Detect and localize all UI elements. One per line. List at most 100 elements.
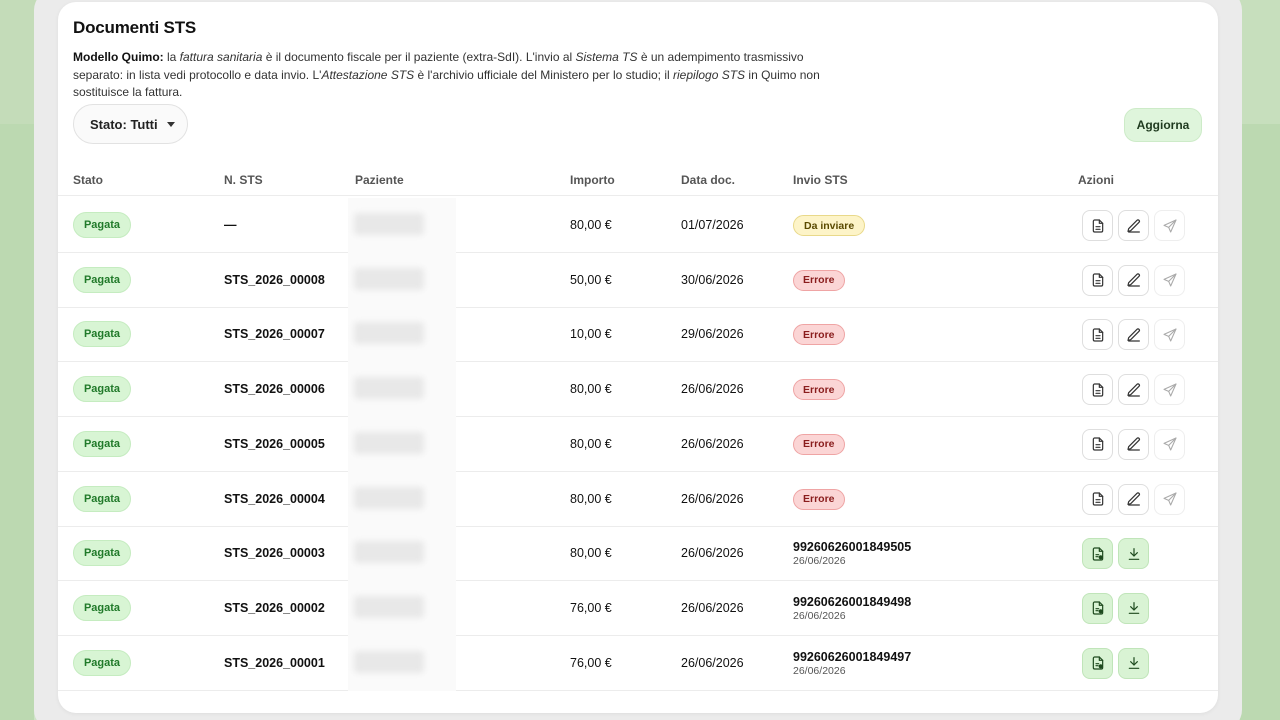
- amount: 80,00 €: [570, 436, 612, 451]
- document-date: 26/06/2026: [681, 382, 744, 397]
- pencil-icon: [1126, 218, 1142, 234]
- edit-button[interactable]: [1118, 264, 1149, 296]
- sts-number: STS_2026_00007: [224, 327, 325, 342]
- sts-number: STS_2026_00001: [224, 655, 325, 670]
- document-date: 29/06/2026: [681, 327, 744, 342]
- amount: 80,00 €: [570, 546, 612, 561]
- attestation-button[interactable]: [1082, 647, 1113, 679]
- send-sts-button[interactable]: [1154, 319, 1185, 351]
- download-icon: [1126, 546, 1142, 562]
- document-icon: [1090, 491, 1106, 507]
- send-icon: [1162, 436, 1178, 452]
- blurred-patient-name: [354, 486, 424, 509]
- blurred-patient-name: [354, 431, 424, 454]
- document-icon: [1090, 272, 1106, 288]
- status-badge: Pagata: [73, 321, 131, 348]
- amount: 80,00 €: [570, 218, 612, 232]
- download-button[interactable]: [1118, 538, 1149, 570]
- pencil-icon: [1126, 327, 1142, 343]
- send-icon: [1162, 327, 1178, 343]
- description-term: Sistema TS: [575, 50, 638, 64]
- view-invoice-button[interactable]: [1082, 374, 1113, 406]
- download-button[interactable]: [1118, 592, 1149, 624]
- send-sts-button[interactable]: [1154, 428, 1185, 460]
- attestation-icon: [1090, 600, 1106, 616]
- patient-name-redacted: [348, 307, 456, 363]
- table-row: Pagata STS_2026_00001 76,00 €26/06/2026 992…: [58, 635, 1218, 691]
- attestation-icon: [1090, 655, 1106, 671]
- document-date: 26/06/2026: [681, 436, 744, 451]
- pencil-icon: [1126, 382, 1142, 398]
- column-header-importo: Importo: [570, 173, 615, 187]
- status-badge: Pagata: [73, 266, 131, 293]
- send-icon: [1162, 491, 1178, 507]
- description-text: è l'archivio ufficiale del Ministero per…: [414, 67, 674, 82]
- amount: 76,00 €: [570, 655, 612, 670]
- document-icon: [1090, 327, 1106, 343]
- column-header-stato: Stato: [73, 173, 103, 187]
- patient-name-redacted: [348, 526, 456, 582]
- amount: 80,00 €: [570, 491, 612, 506]
- status-badge: Pagata: [73, 594, 131, 621]
- status-badge: Pagata: [73, 540, 131, 567]
- blurred-patient-name: [354, 595, 424, 618]
- status-filter-label: Stato: Tutti: [90, 116, 158, 132]
- amount: 50,00 €: [570, 272, 612, 287]
- send-icon: [1162, 272, 1178, 288]
- error-badge: Errore: [793, 488, 845, 510]
- view-invoice-button[interactable]: [1082, 210, 1113, 241]
- sts-number: —: [224, 218, 237, 232]
- edit-button[interactable]: [1118, 483, 1149, 515]
- send-sts-button[interactable]: [1154, 264, 1185, 296]
- blurred-patient-name: [354, 213, 424, 235]
- table-row: Pagata — 80,00 € 01/07/2026 Da inviare: [58, 198, 1218, 253]
- description-lead: Modello Quimo:: [73, 50, 164, 64]
- sts-number: STS_2026_00005: [224, 436, 325, 451]
- description-term: fattura sanitaria: [179, 50, 263, 64]
- status-badge: Pagata: [73, 430, 131, 457]
- view-invoice-button[interactable]: [1082, 264, 1113, 296]
- send-sts-button[interactable]: [1154, 210, 1185, 241]
- sts-send-date: 26/06/2026: [793, 664, 846, 677]
- view-invoice-button[interactable]: [1082, 319, 1113, 351]
- description-term: riepilogo STS: [673, 67, 746, 82]
- column-header-paziente: Paziente: [355, 173, 404, 187]
- patient-name-redacted: [348, 471, 456, 527]
- attestation-button[interactable]: [1082, 538, 1113, 570]
- refresh-button[interactable]: Aggiorna: [1124, 108, 1202, 142]
- edit-button[interactable]: [1118, 319, 1149, 351]
- document-date: 26/06/2026: [681, 546, 744, 561]
- status-badge: Pagata: [73, 649, 131, 676]
- patient-name-redacted: [348, 252, 456, 308]
- download-button[interactable]: [1118, 647, 1149, 679]
- blurred-patient-name: [354, 267, 424, 290]
- description-term: Attestazione STS: [321, 67, 415, 82]
- edit-button[interactable]: [1118, 374, 1149, 406]
- table-row: Pagata STS_2026_00002 76,00 €26/06/2026 992…: [58, 580, 1218, 636]
- patient-name-redacted: [348, 580, 456, 636]
- send-sts-button[interactable]: [1154, 374, 1185, 406]
- view-invoice-button[interactable]: [1082, 428, 1113, 460]
- document-date: 26/06/2026: [681, 655, 744, 670]
- description-text: è il documento fiscale per il paziente (…: [262, 50, 576, 64]
- edit-button[interactable]: [1118, 210, 1149, 241]
- document-icon: [1090, 436, 1106, 452]
- send-sts-button[interactable]: [1154, 483, 1185, 515]
- caret-down-icon: [166, 121, 175, 127]
- view-invoice-button[interactable]: [1082, 483, 1113, 515]
- sts-number: STS_2026_00006: [224, 382, 325, 397]
- patient-name-redacted: [348, 416, 456, 472]
- send-icon: [1162, 382, 1178, 398]
- error-badge: Errore: [793, 433, 845, 455]
- status-filter-dropdown[interactable]: Stato: Tutti: [73, 104, 188, 144]
- attestation-button[interactable]: [1082, 592, 1113, 624]
- table-row: Pagata STS_2026_00004 80,00 € 26/06/2026 Err…: [58, 471, 1218, 527]
- background-top-right: [1240, 0, 1280, 124]
- description-text: la: [163, 50, 180, 64]
- pencil-icon: [1126, 436, 1142, 452]
- error-badge: Errore: [793, 379, 845, 401]
- error-badge: Errore: [793, 324, 845, 346]
- page-title: Documenti STS: [73, 18, 197, 37]
- sts-send-date: 26/06/2026: [793, 609, 846, 622]
- edit-button[interactable]: [1118, 428, 1149, 460]
